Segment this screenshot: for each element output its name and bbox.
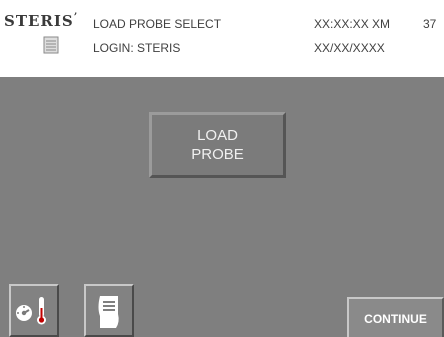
settings-button[interactable]	[9, 284, 59, 337]
load-probe-button[interactable]: LOAD PROBE	[149, 112, 286, 178]
screen-number: 37	[423, 17, 437, 31]
gauge-thermometer-icon	[16, 297, 46, 325]
load-probe-label-line1: LOAD	[197, 127, 238, 144]
screen-title: LOAD PROBE SELECT	[93, 17, 222, 31]
printer-paper-icon	[98, 296, 119, 328]
login-label: LOGIN: STERIS	[93, 41, 181, 55]
logo-text: STERIS’	[4, 12, 79, 30]
time-display: XX:XX:XX XM	[314, 17, 391, 31]
header-bar: STERIS’ LOAD PROBE SELECT LOGIN: STERIS …	[0, 0, 444, 77]
date-display: XX/XX/XXXX	[314, 41, 385, 55]
continue-button[interactable]: CONTINUE	[347, 297, 444, 337]
main-panel: LOAD PROBE CONTINUE	[0, 77, 444, 337]
load-probe-label-line2: PROBE	[191, 146, 244, 163]
logo-emblem-icon	[43, 36, 59, 59]
steris-logo: STERIS’	[0, 0, 84, 77]
printer-button[interactable]	[84, 284, 134, 337]
